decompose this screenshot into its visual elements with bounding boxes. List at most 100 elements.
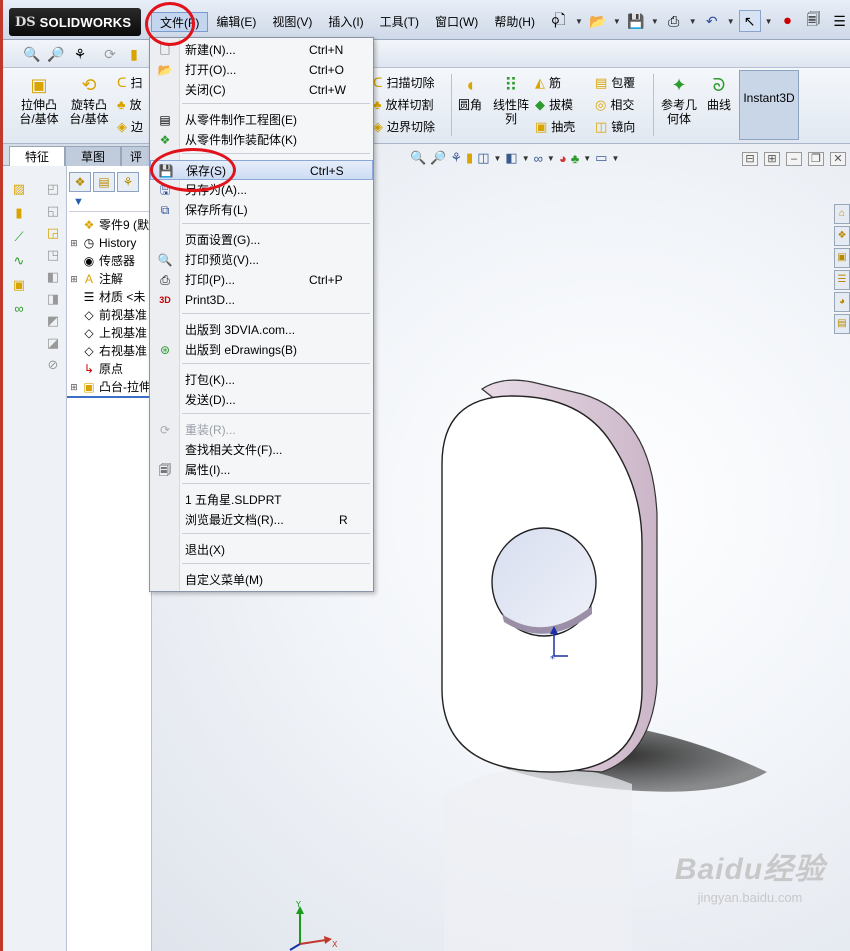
select-cursor-icon[interactable]: ↖ bbox=[738, 10, 761, 32]
tab-sketch[interactable]: 草图 bbox=[65, 146, 121, 166]
wrap-button[interactable]: ▤ 包覆 bbox=[595, 74, 635, 91]
feature-icon[interactable]: ▮ bbox=[123, 43, 145, 65]
intersect-button[interactable]: ◎ 相交 bbox=[595, 96, 634, 113]
fillet-button[interactable]: ◖ 圆角 bbox=[455, 76, 485, 112]
tree-item-origin[interactable]: ↳ 原点 bbox=[69, 360, 161, 378]
menu-item-print3d[interactable]: 3D Print3D... bbox=[150, 290, 373, 310]
menu-insert[interactable]: 插入(I) bbox=[320, 12, 371, 32]
menu-item-new[interactable]: 🗋 新建(N)... Ctrl+N bbox=[150, 40, 373, 60]
rib-button[interactable]: ◭ 筋 bbox=[535, 74, 561, 91]
menu-item-make-drawing[interactable]: ▤ 从零件制作工程图(E) bbox=[150, 110, 373, 130]
tree-item-part[interactable]: ❖ 零件9 (默认 bbox=[69, 216, 161, 234]
tree-item-material[interactable]: ☰ 材质 <未 bbox=[69, 288, 161, 306]
open-folder-icon[interactable]: 📂 bbox=[587, 10, 609, 32]
config-manager-tab-icon[interactable]: ⚘ bbox=[117, 172, 139, 192]
boundary-boss-button[interactable]: ◈ 边 bbox=[117, 118, 143, 135]
menu-item-exit[interactable]: 退出(X) bbox=[150, 540, 373, 560]
chevron-down-icon[interactable]: ▼ bbox=[575, 17, 583, 26]
pattern-icon[interactable]: ◪ bbox=[43, 334, 63, 352]
menu-item-properties[interactable]: 🗐 属性(I)... bbox=[150, 460, 373, 480]
shell-button[interactable]: ▣ 抽壳 bbox=[535, 118, 575, 135]
helix-icon[interactable]: ∞ bbox=[9, 300, 29, 318]
chevron-down-icon[interactable]: ▼ bbox=[689, 17, 697, 26]
menu-window[interactable]: 窗口(W) bbox=[427, 12, 486, 32]
tree-item-boss-extrude[interactable]: ⊞ ▣ 凸台-拉伸 bbox=[69, 378, 161, 396]
tree-item-annotations[interactable]: ⊞ A 注解 bbox=[69, 270, 161, 288]
file-properties-icon[interactable]: 🗐 bbox=[803, 10, 825, 32]
curves-button[interactable]: ᘐ 曲线 bbox=[703, 76, 735, 112]
new-doc-icon[interactable]: 🗋 bbox=[549, 10, 571, 32]
menu-tools[interactable]: 工具(T) bbox=[372, 12, 427, 32]
line-icon[interactable]: ⟋ bbox=[9, 228, 29, 246]
mirror-entity-icon[interactable]: ◩ bbox=[43, 312, 63, 330]
save-icon[interactable]: 💾 bbox=[625, 10, 647, 32]
tree-item-top-plane[interactable]: ◇ 上视基准 bbox=[69, 324, 161, 342]
menu-item-browse-recent[interactable]: 浏览最近文档(R)... R bbox=[150, 510, 373, 530]
rectangle-icon[interactable]: ▣ bbox=[9, 276, 29, 294]
tree-item-history[interactable]: ⊞ ◷ History bbox=[69, 234, 161, 252]
repair-icon[interactable]: ⊘ bbox=[43, 356, 63, 374]
convert-entity-icon[interactable]: ◲ bbox=[43, 224, 63, 242]
menu-help[interactable]: 帮助(H) bbox=[486, 12, 543, 32]
solidworks-logo[interactable]: DS SOLIDWORKS bbox=[9, 8, 141, 36]
expand-icon[interactable]: ⊞ bbox=[69, 270, 79, 288]
extrude-boss-button[interactable]: ▣ 拉伸凸台/基体 bbox=[17, 76, 61, 126]
sketch-icon[interactable]: ▨ bbox=[9, 180, 29, 198]
chevron-down-icon[interactable]: ▼ bbox=[613, 17, 621, 26]
menu-item-close[interactable]: 关闭(C) Ctrl+W bbox=[150, 80, 373, 100]
menu-item-open[interactable]: 📂 打开(O)... Ctrl+O bbox=[150, 60, 373, 80]
revolve-boss-button[interactable]: ⟲ 旋转凸台/基体 bbox=[67, 76, 111, 126]
menu-item-find-references[interactable]: 查找相关文件(F)... bbox=[150, 440, 373, 460]
offset-icon[interactable]: ◧ bbox=[43, 268, 63, 286]
chevron-down-icon[interactable]: ▼ bbox=[651, 17, 659, 26]
tree-item-front-plane[interactable]: ◇ 前视基准 bbox=[69, 306, 161, 324]
menu-item-send[interactable]: 发送(D)... bbox=[150, 390, 373, 410]
spline-icon[interactable]: ∿ bbox=[9, 252, 29, 270]
smart-dimension-icon[interactable]: ◰ bbox=[43, 180, 63, 198]
tab-features[interactable]: 特征 bbox=[9, 146, 65, 166]
linear-pattern-button[interactable]: ⠿ 线性阵列 bbox=[489, 76, 533, 126]
menu-item-make-assembly[interactable]: ❖ 从零件制作装配体(K) bbox=[150, 130, 373, 150]
rebuild-icon[interactable]: ⟳ bbox=[99, 43, 121, 65]
sweep-boss-button[interactable]: ᑕ扫 bbox=[117, 74, 143, 91]
tree-item-sensors[interactable]: ◉ 传感器 bbox=[69, 252, 161, 270]
menu-item-recent-file[interactable]: 1 五角星.SLDPRT bbox=[150, 490, 373, 510]
print-icon[interactable]: ⎙ bbox=[663, 10, 685, 32]
undo-icon[interactable]: ↶ bbox=[701, 10, 723, 32]
mirror-button[interactable]: ◫ 镜向 bbox=[595, 118, 635, 135]
traffic-light-icon[interactable]: ⚫ bbox=[777, 10, 799, 32]
menu-item-print-preview[interactable]: 🔍 打印预览(V)... bbox=[150, 250, 373, 270]
move-entity-icon[interactable]: ◨ bbox=[43, 290, 63, 308]
menu-item-customize[interactable]: 自定义菜单(M) bbox=[150, 570, 373, 590]
feature-tree-tab-icon[interactable]: ❖ bbox=[69, 172, 91, 192]
boundary-cut-button[interactable]: ◈ 边界切除 bbox=[373, 118, 435, 135]
extrude-icon[interactable]: ▮ bbox=[9, 204, 29, 222]
expand-icon[interactable]: ⊞ bbox=[69, 234, 79, 252]
menu-edit[interactable]: 编辑(E) bbox=[208, 12, 264, 32]
property-manager-tab-icon[interactable]: ▤ bbox=[93, 172, 115, 192]
chevron-down-icon[interactable]: ▼ bbox=[727, 17, 735, 26]
loft-boss-button[interactable]: ♣ 放 bbox=[117, 96, 142, 113]
menu-item-save-all[interactable]: ⧉ 保存所有(L) bbox=[150, 200, 373, 220]
menu-item-page-setup[interactable]: 页面设置(G)... bbox=[150, 230, 373, 250]
draft-button[interactable]: ◆ 拔模 bbox=[535, 96, 573, 113]
menu-item-publish-3dvia[interactable]: 出版到 3DVIA.com... bbox=[150, 320, 373, 340]
tree-item-right-plane[interactable]: ◇ 右视基准 bbox=[69, 342, 161, 360]
zoom-area-icon[interactable]: 🔎 bbox=[45, 43, 67, 65]
filter-icon[interactable]: ▼ bbox=[69, 196, 151, 212]
menu-item-pack-and-go[interactable]: 打包(K)... bbox=[150, 370, 373, 390]
select-filter-icon[interactable]: ⚘ bbox=[69, 43, 91, 65]
menu-item-print[interactable]: ⎙ 打印(P)... Ctrl+P bbox=[150, 270, 373, 290]
menu-item-publish-edrawings[interactable]: ⊛ 出版到 eDrawings(B) bbox=[150, 340, 373, 360]
instant3d-button[interactable]: Instant3D bbox=[739, 70, 799, 140]
chevron-down-icon[interactable]: ▼ bbox=[765, 17, 773, 26]
expand-icon[interactable]: ⊞ bbox=[69, 378, 79, 396]
loft-cut-button[interactable]: ♣ 放样切割 bbox=[373, 96, 434, 113]
sweep-cut-button[interactable]: ᑕ 扫描切除 bbox=[373, 74, 435, 91]
rollback-bar[interactable] bbox=[67, 396, 152, 398]
zoom-fit-icon[interactable]: 🔍 bbox=[21, 43, 43, 65]
options-icon[interactable]: ☰ bbox=[829, 10, 850, 32]
relation-icon[interactable]: ◱ bbox=[43, 202, 63, 220]
tab-evaluate[interactable]: 评 bbox=[121, 146, 151, 166]
menu-view[interactable]: 视图(V) bbox=[264, 12, 320, 32]
